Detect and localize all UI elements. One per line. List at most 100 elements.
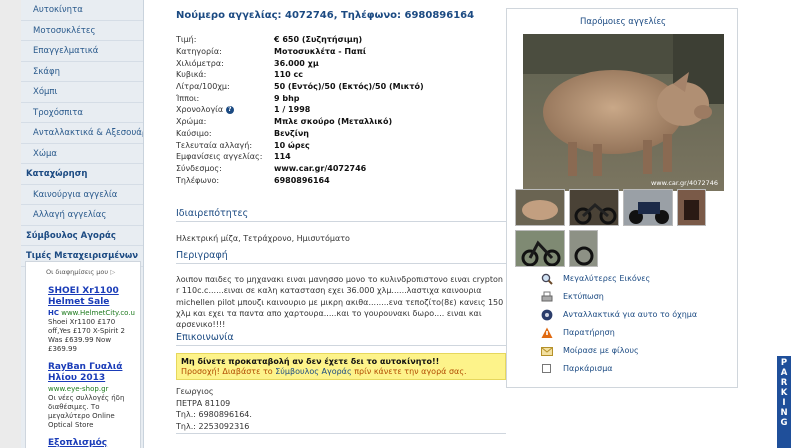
- action-label: Μοίρασε με φίλους: [563, 346, 639, 355]
- spec-row: Λίτρα/100χμ: 50 (Εντός)/50 (Εκτός)/50 (Μι…: [176, 81, 506, 93]
- sidebar: Αυτοκίνητα Μοτοσυκλέτες Επαγγελματικά Σκάφη…: [21, 0, 144, 448]
- spec-label-text: Χρώμα:: [176, 117, 207, 127]
- ad-url[interactable]: HC www.HelmetCity.co.u: [48, 308, 140, 318]
- left-gutter: [0, 0, 21, 448]
- action-label: Ανταλλακτικά για αυτο το όχημα: [563, 310, 698, 319]
- checkbox-icon: [541, 363, 553, 375]
- parking-tab[interactable]: PARKING: [777, 356, 791, 448]
- ads-box: Οι διαφημίσεις μου ▷ SHOEI Xr1100 Helmet…: [25, 261, 141, 448]
- envelope-icon: [541, 345, 553, 357]
- parking-letter: I: [782, 398, 786, 408]
- spec-row: Κατηγορία: Μοτοσυκλέτα - Παπί: [176, 46, 506, 58]
- spec-row: Τιμή: € 650 (Συζητήσιμη): [176, 34, 506, 46]
- spec-label-text: Εμφανίσεις αγγελίας:: [176, 152, 263, 162]
- main-photo[interactable]: www.car.gr/4072746: [523, 34, 724, 191]
- warning-title: Μη δίνετε προκαταβολή αν δεν έχετε δει τ…: [181, 357, 440, 366]
- contact-line: ΠΕΤΡΑ 81109: [176, 398, 231, 408]
- spec-label: Καύσιμο:: [176, 128, 274, 140]
- spec-label-text: Σύνδεσμος:: [176, 163, 222, 173]
- ad-title[interactable]: SHOEI Xr1100 Helmet Sale: [48, 286, 140, 308]
- action-label: Μεγαλύτερες Εικόνες: [563, 274, 651, 283]
- thumbnail-pig[interactable]: [515, 189, 565, 226]
- ad-badge-icon: HC: [48, 309, 59, 317]
- spec-row: Ίπποι: 9 bhp: [176, 92, 506, 104]
- spec-label-text: Τελευταία αλλαγή:: [176, 140, 253, 150]
- buyer-advisor-link[interactable]: Σύμβουλος Αγοράς: [275, 367, 351, 376]
- sidebar-item-2[interactable]: Επαγγελματικά: [21, 41, 143, 62]
- printer-icon: [541, 291, 553, 303]
- thumbnail-moped-1[interactable]: [569, 189, 619, 226]
- contact-line: Γεωργιος: [176, 387, 214, 396]
- sidebar-item-6[interactable]: Ανταλλακτικά & Αξεσουάρ: [21, 123, 143, 144]
- spec-label: Εμφανίσεις αγγελίας:: [176, 151, 274, 163]
- spec-row: Χρώμα: Μπλε σκούρο (Μεταλλικό): [176, 116, 506, 128]
- ad-url-text: www.HelmetCity.co.u: [61, 309, 135, 317]
- ad-url[interactable]: www.eye-shop.gr: [48, 384, 140, 394]
- features-heading: Ιδιαιρεπότητες: [176, 208, 506, 222]
- spec-row: Χρονολογία ? 1 / 1998: [176, 104, 506, 116]
- spec-value[interactable]: www.car.gr/4072746: [274, 163, 506, 175]
- sidebar-heading-8[interactable]: Καταχώρηση: [21, 164, 143, 185]
- thumbnail-moped-3[interactable]: [677, 189, 706, 226]
- spec-label: Ίπποι:: [176, 92, 274, 104]
- ad-title[interactable]: Εξοπλισμός: [48, 438, 140, 448]
- wheel-icon: [541, 309, 553, 321]
- spec-row: Χιλιόμετρα: 36.000 χμ: [176, 57, 506, 69]
- similar-listings-link[interactable]: Παρόμοιες αγγελίες: [507, 17, 739, 27]
- parking-letter: R: [780, 378, 788, 388]
- spec-label: Κυβικά:: [176, 69, 274, 81]
- action-label: Παρκάρισμα: [563, 364, 613, 373]
- spec-label-text: Τιμή:: [176, 35, 197, 45]
- spec-label: Χρονολογία ?: [176, 104, 274, 116]
- parking-letter: A: [780, 368, 788, 378]
- description-heading: Περιγραφή: [176, 250, 506, 264]
- spec-value: 110 cc: [274, 70, 303, 80]
- spec-value: 6980896164: [274, 175, 330, 185]
- thumbnail-moped-2[interactable]: [623, 189, 673, 226]
- spec-label: Σύνδεσμος:: [176, 163, 274, 175]
- spec-label: Λίτρα/100χμ:: [176, 81, 274, 93]
- thumbnail-moped-5[interactable]: [569, 230, 598, 267]
- ad-choices-icon: ▷: [110, 268, 116, 276]
- parking-letter: P: [780, 358, 788, 368]
- contact-heading: Επικοινωνία: [176, 332, 506, 346]
- spec-row: Κυβικά: 110 cc: [176, 69, 506, 81]
- spec-label-text: Καύσιμο:: [176, 128, 212, 138]
- contact-line: Τηλ.: 2253092316: [176, 421, 250, 431]
- features-text: Ηλεκτρική μίζα, Τετράχρονο, Ημισυτόματο: [176, 234, 350, 243]
- sidebar-item-4[interactable]: Χόμπι: [21, 82, 143, 103]
- spec-value: 50 (Εντός)/50 (Εκτός)/50 (Μικτό): [274, 82, 424, 92]
- sidebar-item-9[interactable]: Καινούργια αγγελία: [21, 185, 143, 205]
- thumbnail-moped-4[interactable]: [515, 230, 565, 267]
- sidebar-item-3[interactable]: Σκάφη: [21, 62, 143, 82]
- sidebar-item-0[interactable]: Αυτοκίνητα: [21, 0, 143, 21]
- action-label: Παρατήρηση: [563, 328, 615, 337]
- spec-row: Εμφανίσεις αγγελίας: 114: [176, 151, 506, 163]
- warning-text: Προσοχή! Διαβάστε το Σύμβουλος Αγοράς πρ…: [181, 367, 467, 376]
- listing-header: Νούμερο αγγελίας: 4072746, Τηλέφωνο: 698…: [176, 10, 475, 21]
- spec-label: Κατηγορία:: [176, 46, 274, 58]
- ads-list: SHOEI Xr1100 Helmet Sale HC www.HelmetCit…: [48, 286, 140, 448]
- sidebar-heading-11[interactable]: Σύμβουλος Αγοράς: [21, 226, 143, 246]
- spec-label-text: Λίτρα/100χμ:: [176, 82, 230, 92]
- spec-label: Τηλέφωνο:: [176, 174, 274, 186]
- spec-value: 36.000 χμ: [274, 58, 319, 68]
- spec-row: Καύσιμο: Βενζίνη: [176, 128, 506, 140]
- sidebar-item-1[interactable]: Μοτοσυκλέτες: [21, 21, 143, 41]
- action-label: Εκτύπωση: [563, 292, 604, 301]
- help-icon[interactable]: ?: [225, 105, 234, 114]
- contact-details: Γεωργιος ΠΕΤΡΑ 81109 Τηλ.: 6980896164. Τηλ.…: [176, 386, 252, 432]
- divider: [176, 433, 506, 434]
- similar-listings-panel: Παρόμοιες αγγελίες www.car.gr/4072746 Με…: [506, 8, 738, 388]
- spec-label-text: Χιλιόμετρα:: [176, 58, 224, 68]
- spec-value: 9 bhp: [274, 93, 300, 103]
- sidebar-item-10[interactable]: Αλλαγή αγγελίας: [21, 205, 143, 226]
- spec-value: 114: [274, 152, 291, 162]
- ads-by-label[interactable]: Οι διαφημίσεις μου ▷: [46, 268, 140, 276]
- sidebar-item-5[interactable]: Τροχόσπιτα: [21, 103, 143, 123]
- ad-title[interactable]: RayBan Γυαλιά Ηλίου 2013: [48, 362, 140, 384]
- sidebar-item-7[interactable]: Χώμα: [21, 144, 143, 164]
- magnifier-icon: [541, 273, 553, 285]
- spec-value: € 650 (Συζητήσιμη): [274, 35, 363, 45]
- spec-row: Τηλέφωνο: 6980896164: [176, 174, 506, 186]
